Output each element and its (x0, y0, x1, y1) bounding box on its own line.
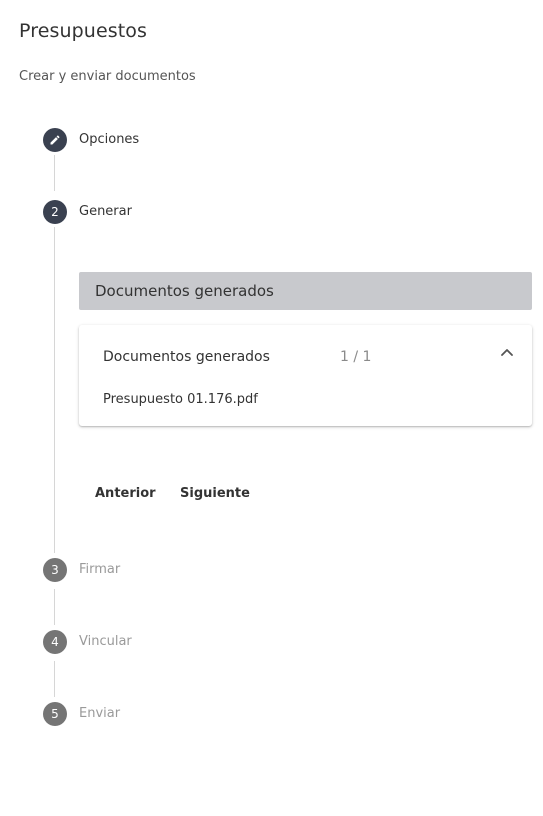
step-label-firmar: Firmar (79, 562, 121, 577)
page-title: Presupuestos (19, 20, 148, 42)
section-header-label: Documentos generados (95, 282, 274, 300)
previous-button[interactable]: Anterior (95, 482, 156, 504)
chevron-up-icon[interactable] (500, 345, 514, 359)
panel-title: Documentos generados (103, 349, 270, 365)
step-2-number: 2 (43, 200, 67, 224)
step-label-opciones[interactable]: Opciones (79, 132, 139, 148)
step-connector (54, 661, 55, 697)
step-5-number: 5 (43, 702, 67, 726)
documents-panel: Documentos generados 1 / 1 Presupuesto 0… (79, 325, 532, 426)
step-3-number: 3 (43, 558, 67, 582)
step-connector (54, 227, 55, 553)
step-connector (54, 589, 55, 625)
step-label-vincular: Vincular (79, 634, 132, 649)
step-label-generar[interactable]: Generar (79, 204, 132, 220)
pencil-icon (50, 135, 60, 145)
next-button[interactable]: Siguiente (180, 482, 250, 504)
step-connector (54, 155, 55, 191)
step-4-number: 4 (43, 630, 67, 654)
document-file-link[interactable]: Presupuesto 01.176.pdf (103, 392, 258, 407)
panel-count: 1 / 1 (340, 349, 372, 365)
step-label-enviar: Enviar (79, 706, 121, 721)
page-subtitle: Crear y enviar documentos (19, 69, 196, 84)
section-header: Documentos generados (79, 272, 532, 310)
step-1-edit-icon[interactable] (43, 128, 67, 152)
